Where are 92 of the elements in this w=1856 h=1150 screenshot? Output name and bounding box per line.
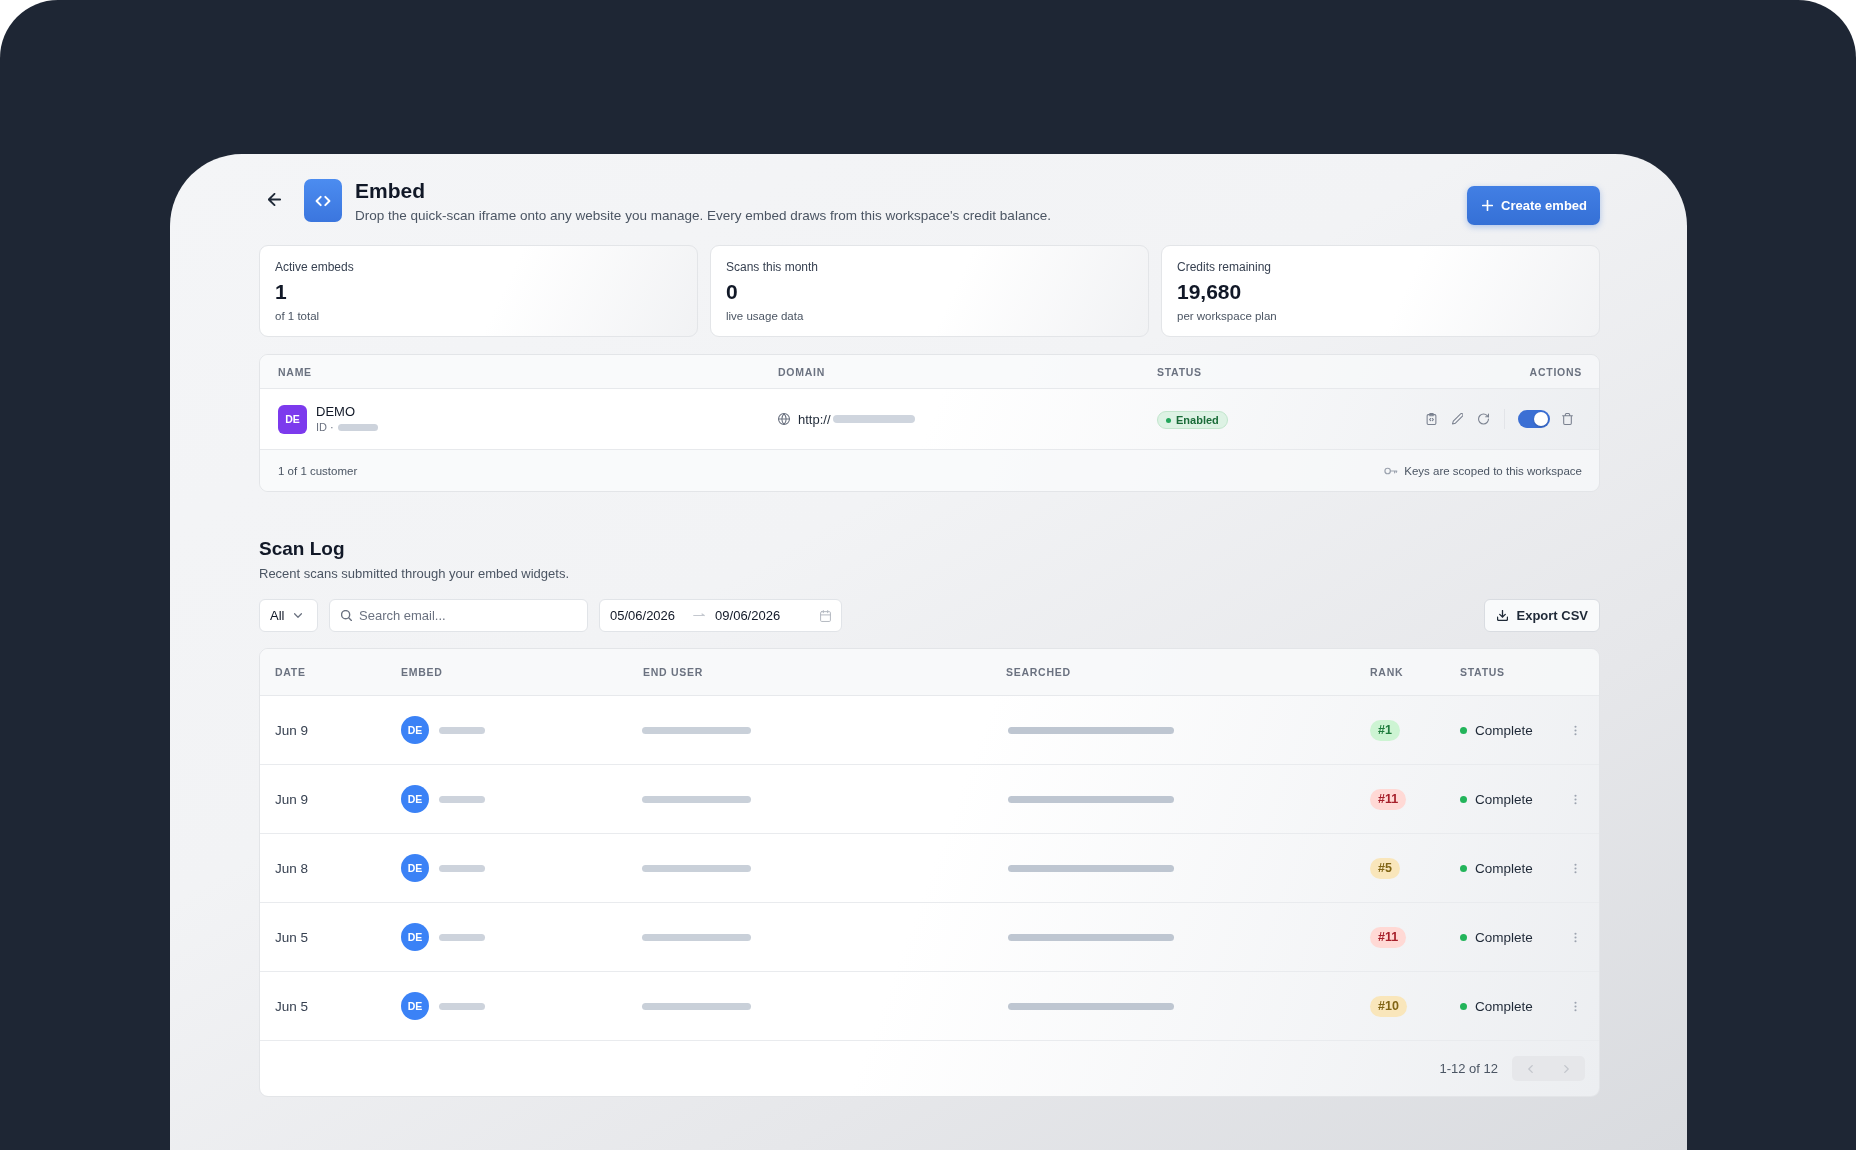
code-brackets-icon [304,179,342,222]
stat-note: live usage data [726,309,804,324]
more-options-icon[interactable] [1573,793,1577,805]
embed-id-label: ID · [316,420,334,434]
status-dot-icon [1166,417,1171,423]
status-text: Complete [1475,860,1533,876]
redacted-text-bar [439,726,485,734]
more-options-icon[interactable] [1573,1000,1577,1012]
page-title: Embed [355,179,426,203]
stat-value: 0 [726,279,738,305]
chevron-left-icon [1527,1064,1533,1073]
embed-name: DEMO [316,404,356,420]
stat-note: per workspace plan [1177,309,1277,324]
create-embed-button[interactable]: Create embed [1467,186,1600,225]
rank-badge: #11 [1370,926,1407,948]
chevron-right-icon [1564,1064,1570,1073]
column-header: SEARCHED [1006,666,1072,678]
status-dot-icon [1460,1002,1467,1010]
column-header: DOMAIN [778,365,826,378]
pagination-range: 1-12 of 12 [1439,1061,1498,1076]
back-arrow-icon[interactable] [268,193,281,206]
column-header: NAME [278,365,313,378]
status-text: Complete [1475,722,1533,738]
globe-icon [778,413,790,425]
status-dot-icon [1460,933,1467,941]
column-header: STATUS [1157,365,1203,378]
arrow-right-icon [693,613,706,618]
stat-value: 19,680 [1177,279,1242,305]
date-cell-text: Jun 5 [275,998,310,1014]
edit-icon[interactable] [1452,413,1463,425]
status-dot-icon [1460,795,1467,803]
redacted-text-bar [439,795,485,803]
enabled-toggle[interactable] [1518,410,1550,428]
filter-select[interactable]: All [259,599,318,632]
section-subtitle: Recent scans submitted through your embed widgets. [259,565,570,583]
page-subtitle: Drop the quick-scan iframe onto any website you manage. Every embed draws from this workspace's credit balance. [355,207,1051,225]
embed-avatar: DE [401,992,429,1020]
section-title: Scan Log [259,537,346,561]
code-file-icon[interactable] [1426,413,1437,425]
status-dot-icon [1460,726,1467,734]
redacted-text-bar [337,423,378,431]
date-cell-text: Jun 5 [275,929,310,945]
calendar-icon[interactable] [820,609,831,622]
status-text: Complete [1475,791,1533,807]
column-header: DATE [275,666,307,678]
embed-avatar: DE [401,785,429,813]
trash-icon[interactable] [1562,413,1573,425]
column-header: END USER [643,666,705,678]
column-header: STATUS [1460,666,1506,678]
stat-note: of 1 total [275,309,320,324]
export-csv-button[interactable]: Export CSV [1484,599,1600,632]
redacted-text-bar [439,933,485,941]
search-icon [341,610,352,621]
more-options-icon[interactable] [1573,862,1577,874]
status-text: Enabled [1176,414,1219,427]
plus-icon [1482,200,1493,211]
stat-label: Active embeds [275,259,354,275]
redacted-text-bar [439,1002,485,1010]
stat-label: Credits remaining [1177,259,1272,275]
more-options-icon[interactable] [1573,931,1577,943]
stat-value: 1 [275,279,287,305]
stat-label: Scans this month [726,259,819,275]
embed-avatar: DE [401,716,429,744]
key-icon [1384,466,1399,475]
redacted-text-bar [439,864,485,872]
end-date[interactable]: 09/06/2026 [715,608,781,623]
date-cell-text: Jun 8 [275,860,310,876]
column-header: RANK [1370,666,1405,678]
date-range-field[interactable]: 05/06/2026 09/06/2026 [599,599,842,632]
start-date[interactable]: 05/06/2026 [610,608,676,623]
rank-badge: #11 [1370,788,1407,810]
date-cell-text: Jun 9 [275,722,310,738]
status-text: Complete [1475,998,1533,1014]
embed-avatar: DE [401,923,429,951]
download-icon [1497,610,1509,621]
rank-badge: #10 [1370,995,1407,1017]
embed-avatar: DE [278,404,307,434]
chevron-down-icon [294,613,303,618]
rank-badge: #1 [1370,719,1400,741]
date-cell-text: Jun 9 [275,791,310,807]
rank-badge: #5 [1370,857,1400,879]
column-header: ACTIONS [1529,365,1582,378]
status-dot-icon [1460,864,1467,872]
scope-note: Keys are scoped to this workspace [1404,464,1582,477]
refresh-icon[interactable] [1478,413,1489,425]
search-field[interactable]: Search email... [329,599,588,632]
status-text: Complete [1475,929,1533,945]
more-options-icon[interactable] [1573,724,1577,736]
domain-text: http:// [798,411,831,427]
customer-count: 1 of 1 customer [278,464,358,477]
embed-avatar: DE [401,854,429,882]
column-header: EMBED [401,666,444,678]
